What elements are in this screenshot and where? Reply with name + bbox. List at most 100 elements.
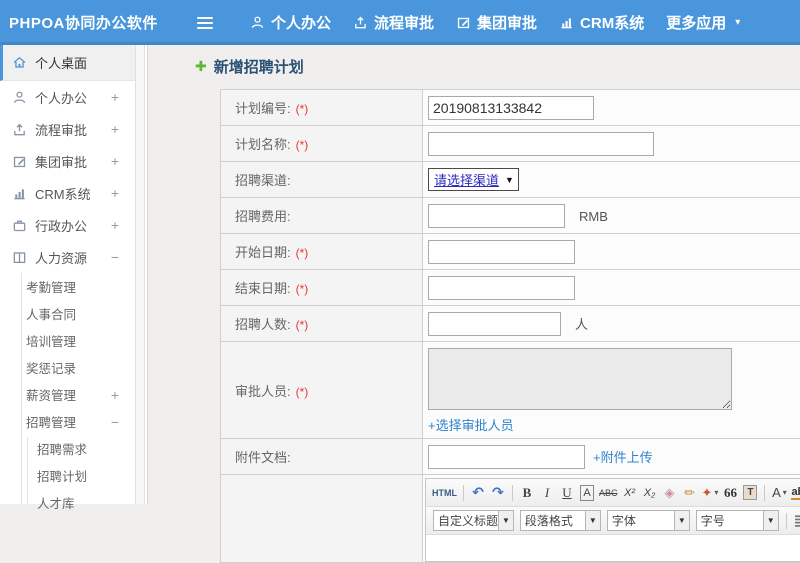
channel-select[interactable]: 请选择渠道 ▼ (428, 168, 519, 191)
blockquote-button[interactable]: 66 (722, 484, 738, 502)
expand-icon[interactable]: + (111, 185, 119, 201)
rich-text-editor: HTML ↶ ↷ B I U A ABC X² X₂ ◈ ✏ (425, 478, 800, 562)
topnav-item-workflow-approval[interactable]: 流程审批 (342, 12, 445, 33)
font-color-dropdown[interactable]: A▾ (771, 484, 787, 502)
required-mark: (*) (296, 102, 309, 116)
redo-icon[interactable]: ↷ (490, 484, 506, 502)
start-date-input[interactable] (428, 240, 575, 264)
top-menu: 个人办公 流程审批 集团审批 CRM系统 更多应用 ▾ (239, 12, 751, 33)
headcount-input[interactable] (428, 312, 561, 336)
fee-unit: RMB (579, 209, 608, 224)
toolbar-separator (764, 485, 765, 501)
sidebar-item-label: 流程审批 (35, 120, 87, 139)
topnav-item-more-apps[interactable]: 更多应用 ▾ (655, 12, 751, 33)
end-date-input[interactable] (428, 276, 575, 300)
attachment-input[interactable] (428, 445, 585, 469)
home-icon (12, 55, 27, 70)
sidebar-item-label: 招聘计划 (37, 466, 87, 485)
highlight-color-dropdown[interactable]: ab▾ (791, 484, 800, 502)
submenu-guide-line (27, 437, 28, 504)
subscript-button[interactable]: X₂ (642, 484, 658, 502)
sidebar-item-group-approval[interactable]: 集团审批 + (0, 145, 135, 177)
sidebar-item-label: 集团审批 (35, 152, 87, 171)
plan-name-input[interactable] (428, 132, 654, 156)
paragraph-format-dropdown[interactable]: 段落格式▼ (520, 510, 601, 531)
required-mark: (*) (296, 385, 309, 399)
font-size-dropdown[interactable]: 字号▼ (696, 510, 779, 531)
expand-icon[interactable]: + (111, 153, 119, 169)
paint-format-dropdown[interactable]: ✦▾ (702, 484, 719, 502)
sidebar-item-label: 人才库 (37, 493, 75, 512)
editor-content[interactable] (426, 535, 800, 561)
topnav-item-personal-office[interactable]: 个人办公 (239, 12, 342, 33)
toolbar-separator (512, 485, 513, 501)
eraser-icon[interactable]: ◈ (662, 484, 678, 502)
expand-icon[interactable]: + (111, 387, 119, 403)
bold-button[interactable]: B (519, 484, 535, 502)
font-style-button[interactable]: A (580, 485, 593, 501)
sidebar-item-admin-office[interactable]: 行政办公 + (0, 209, 135, 241)
field-label: 招聘费用: (235, 209, 291, 224)
sidebar-item-label: 个人桌面 (35, 53, 87, 72)
collapse-icon[interactable]: − (111, 414, 119, 430)
choose-approvers-link[interactable]: +选择审批人员 (428, 418, 514, 433)
menu-toggle-icon[interactable] (197, 17, 213, 29)
topnav-label: CRM系统 (580, 12, 644, 33)
attachment-upload-link[interactable]: +附件上传 (593, 450, 653, 465)
form-row-fee: 招聘费用: RMB (221, 198, 800, 234)
caret-down-icon: ▼ (763, 511, 778, 530)
channel-select-value: 请选择渠道 (434, 170, 499, 189)
format-brush-icon[interactable]: ✏ (682, 484, 698, 502)
form-row-approvers: 审批人员:(*) +选择审批人员 (221, 342, 800, 439)
sidebar-item-label: 人力资源 (35, 248, 87, 267)
sidebar-item-hr[interactable]: 人力资源 − (0, 241, 135, 273)
required-mark: (*) (296, 138, 309, 152)
expand-icon[interactable]: + (111, 89, 119, 105)
align-left-icon[interactable] (794, 514, 800, 527)
edit-icon (12, 154, 27, 169)
font-family-dropdown[interactable]: 字体▼ (607, 510, 690, 531)
form-row-end-date: 结束日期:(*) (221, 270, 800, 306)
add-icon: ✚ (195, 58, 207, 75)
main-content: ✚ 新增招聘计划 计划编号:(*) 计划名称:(*) 招聘渠道: 请选择渠道 ▼… (148, 45, 800, 504)
paste-text-icon[interactable]: T (743, 485, 757, 500)
undo-icon[interactable]: ↶ (470, 484, 486, 502)
custom-heading-dropdown[interactable]: 自定义标题▼ (433, 510, 514, 531)
briefcase-icon (12, 218, 27, 233)
form-row-headcount: 招聘人数:(*) 人 (221, 306, 800, 342)
field-label: 计划编号: (235, 101, 291, 116)
form-row-editor: HTML ↶ ↷ B I U A ABC X² X₂ ◈ ✏ (221, 475, 800, 563)
toolbar-separator (786, 513, 787, 529)
sidebar-item-crm[interactable]: CRM系统 + (0, 177, 135, 209)
sidebar-item-label: 个人办公 (35, 88, 87, 107)
field-label: 附件文档: (235, 450, 291, 465)
expand-icon[interactable]: + (111, 217, 119, 233)
fee-input[interactable] (428, 204, 565, 228)
strikethrough-button[interactable]: ABC (599, 484, 618, 502)
topnav-item-group-approval[interactable]: 集团审批 (445, 12, 548, 33)
field-label: 招聘人数: (235, 317, 291, 332)
sidebar-item-label: CRM系统 (35, 184, 91, 203)
topnav-item-crm[interactable]: CRM系统 (548, 12, 655, 33)
underline-button[interactable]: U (559, 484, 575, 502)
expand-icon[interactable]: + (111, 121, 119, 137)
sidebar-item-personal-office[interactable]: 个人办公 + (0, 81, 135, 113)
sidebar-item-desktop[interactable]: 个人桌面 (0, 45, 135, 81)
collapse-icon[interactable]: − (111, 249, 119, 265)
app-logo[interactable]: PHPOA协同办公软件 (0, 12, 179, 33)
sidebar-scrollbar[interactable] (135, 45, 145, 504)
caret-down-icon: ▾ (714, 488, 718, 497)
superscript-button[interactable]: X² (622, 484, 638, 502)
sidebar-item-workflow-approval[interactable]: 流程审批 + (0, 113, 135, 145)
sidebar: 个人桌面 个人办公 + 流程审批 + 集团审批 + CRM系统 + 行政办公 + (0, 45, 148, 504)
plan-no-input[interactable] (428, 96, 594, 120)
sidebar-item-label: 考勤管理 (26, 277, 76, 296)
italic-button[interactable]: I (539, 484, 555, 502)
form-row-plan-name: 计划名称:(*) (221, 126, 800, 162)
html-source-button[interactable]: HTML (432, 484, 457, 502)
approvers-textarea[interactable] (428, 348, 732, 410)
topnav-label: 流程审批 (374, 12, 434, 33)
sidebar-item-label: 奖惩记录 (26, 358, 76, 377)
page-title: 新增招聘计划 (214, 56, 304, 77)
user-icon (250, 15, 265, 30)
